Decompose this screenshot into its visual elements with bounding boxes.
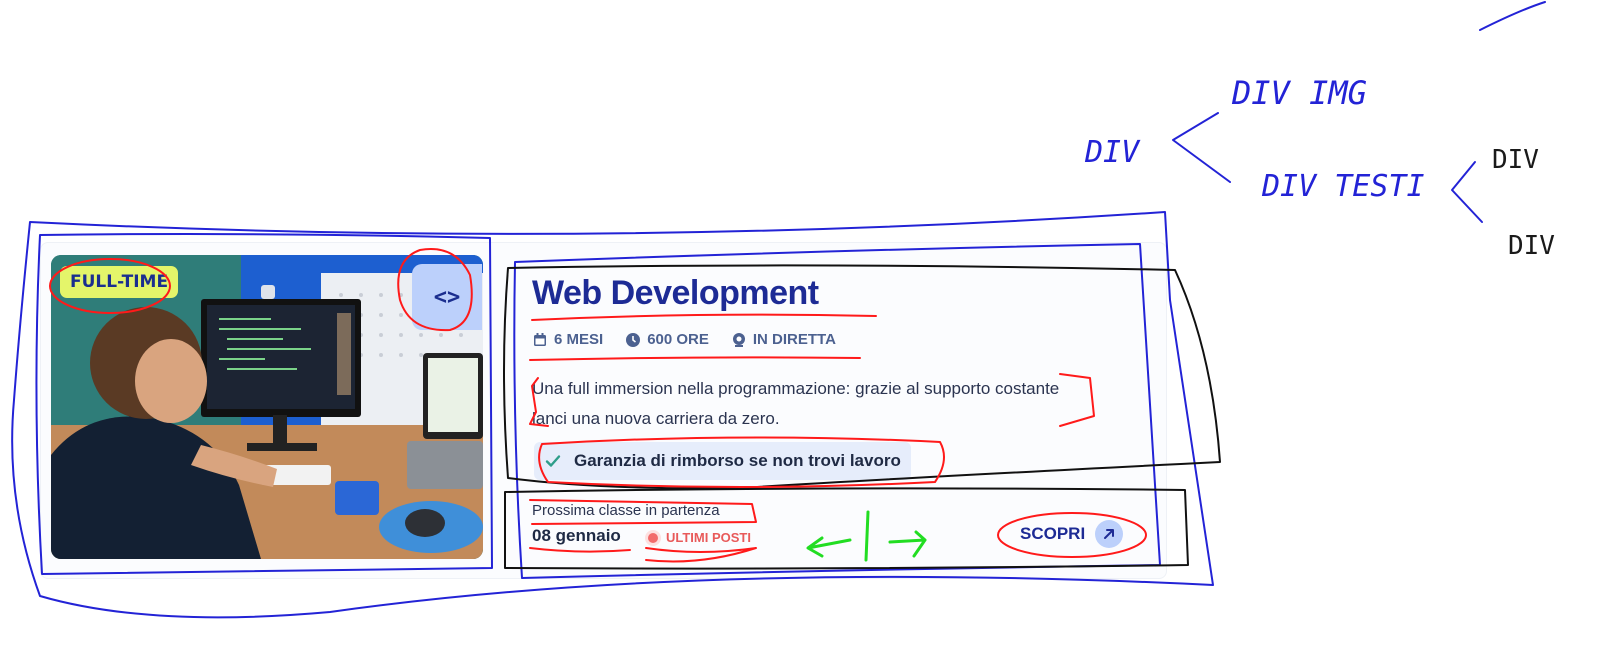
connector-right	[1451, 161, 1483, 223]
meta-duration: 6 MESI	[532, 331, 603, 348]
annot-img-label: DIV IMG	[1231, 74, 1367, 112]
top-right-scribble	[1479, 1, 1546, 31]
next-class-date: 08 gennaio	[532, 526, 621, 545]
code-brackets-icon: <>	[433, 284, 461, 310]
last-spots-label: ULTIMI POSTI	[666, 530, 751, 545]
code-toggle-button[interactable]: <>	[412, 264, 482, 330]
connector-left	[1172, 112, 1231, 183]
check-icon	[545, 455, 561, 467]
last-spots-badge: ULTIMI POSTI	[648, 530, 751, 545]
next-class-label: Prossima classe in partenza	[532, 502, 720, 519]
refund-guarantee: Garanzia di rimborso se non trovi lavoro	[534, 442, 911, 480]
meta-hours-label: 600 ORE	[647, 331, 709, 348]
full-time-badge: FULL-TIME	[60, 266, 179, 298]
refund-guarantee-label: Garanzia di rimborso se non trovi lavoro	[574, 451, 901, 470]
webcam-icon	[732, 332, 745, 347]
arrow-up-right-icon	[1095, 520, 1124, 548]
annot-root-label: DIV	[1084, 135, 1141, 170]
clock-icon	[626, 332, 641, 347]
course-title[interactable]: Web Development	[532, 274, 819, 313]
meta-mode: IN DIRETTA	[731, 331, 836, 348]
meta-duration-label: 6 MESI	[554, 331, 604, 348]
meta-mode-label: IN DIRETTA	[752, 331, 836, 348]
alert-dot-icon	[648, 532, 658, 543]
course-description: Una full immersion nella programmazione:…	[532, 379, 1060, 428]
annot-texts-label: DIV TESTI	[1261, 169, 1425, 204]
calendar-icon	[534, 332, 546, 346]
discover-link[interactable]: SCOPRI	[1020, 520, 1124, 548]
course-meta: 6 MESI 600 ORE IN DIRETTA	[532, 331, 836, 348]
annot-sub1-label: DIV	[1492, 145, 1539, 175]
meta-hours: 600 ORE	[625, 331, 709, 348]
discover-label: SCOPRI	[1020, 524, 1086, 543]
annot-sub2-label: DIV	[1508, 231, 1555, 261]
